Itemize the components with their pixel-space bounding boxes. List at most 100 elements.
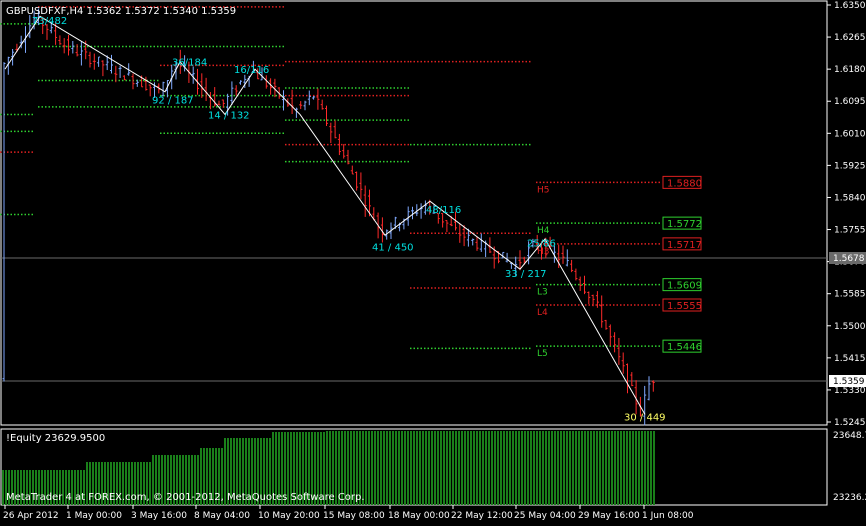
equity-bar [443, 431, 445, 505]
equity-bar [380, 431, 382, 505]
pivot-level-name: L5 [537, 349, 548, 359]
equity-bar [527, 431, 529, 505]
time-tick-label: 10 May 20:00 [258, 511, 320, 521]
equity-bar [620, 431, 622, 505]
zigzag-label: 92 / 187 [152, 95, 194, 106]
equity-bar [398, 431, 400, 505]
equity-bar [599, 431, 601, 505]
equity-bar [578, 431, 580, 505]
pivot-value-text: 1.5772 [667, 219, 702, 230]
price-tick-label: 1.6265 [834, 33, 866, 43]
equity-bar [554, 431, 556, 505]
pivot-level-name: H5 [537, 185, 550, 195]
equity-bar [626, 431, 628, 505]
equity-bar [467, 431, 469, 505]
equity-bar [461, 431, 463, 505]
equity-bar [644, 431, 646, 505]
equity-bar [647, 431, 649, 505]
equity-bar [506, 431, 508, 505]
equity-bar [551, 431, 553, 505]
crosshair-price-text: 1.5678 [833, 254, 865, 264]
equity-bar [473, 431, 475, 505]
pivot-value-text: 1.5446 [667, 342, 702, 353]
equity-bar [497, 431, 499, 505]
time-tick-label: 22 May 12:00 [451, 511, 513, 521]
equity-bar [545, 431, 547, 505]
equity-bar [575, 431, 577, 505]
price-tick-label: 1.6180 [834, 65, 866, 75]
equity-bar [368, 431, 370, 505]
time-tick-label: 29 May 16:00 [578, 511, 640, 521]
equity-bar [563, 431, 565, 505]
equity-bar [452, 431, 454, 505]
equity-bar [512, 431, 514, 505]
zigzag-label: 73/482 [32, 16, 67, 27]
equity-bar [2, 470, 4, 505]
equity-bar [632, 431, 634, 505]
equity-bar [377, 431, 379, 505]
time-tick-label: 8 May 04:00 [194, 511, 250, 521]
equity-bar [389, 431, 391, 505]
time-tick-label: 1 May 00:00 [66, 511, 122, 521]
equity-bar [596, 431, 598, 505]
price-tick-label: 1.5755 [834, 226, 866, 236]
zigzag-label: 30 / 449 [624, 412, 666, 423]
equity-bar [413, 431, 415, 505]
price-tick-label: 1.6010 [834, 129, 866, 139]
symbol-header: GBPUSDFXF,H4 1.5362 1.5372 1.5340 1.5359 [6, 6, 236, 17]
equity-bar [386, 431, 388, 505]
pivot-level-name: L4 [537, 308, 548, 318]
zigzag-label: 33 / 217 [505, 269, 547, 280]
equity-bar [422, 431, 424, 505]
equity-bar [650, 431, 652, 505]
equity-bar [530, 431, 532, 505]
time-tick-label: 1 Jun 08:00 [642, 511, 694, 521]
equity-bar [611, 431, 613, 505]
equity-bar [572, 431, 574, 505]
equity-bar [581, 431, 583, 505]
time-tick-label: 25 May 04:00 [514, 511, 576, 521]
equity-bar [557, 431, 559, 505]
price-tick-label: 1.5840 [834, 193, 866, 203]
zigzag-label: 14 / 132 [208, 110, 250, 121]
pivot-value-text: 1.5555 [667, 301, 702, 312]
equity-bar [428, 431, 430, 505]
equity-bar [638, 431, 640, 505]
equity-bar [425, 431, 427, 505]
pivot-level-name: H4 [537, 226, 550, 236]
equity-bar [401, 431, 403, 505]
equity-bar [614, 431, 616, 505]
mt4-chart-window[interactable]: 1.5880 H5 1.5772 H4 1.5717 H3 1.5609 L3 1.5555 L4… [0, 0, 866, 522]
equity-bar [407, 431, 409, 505]
pivot-value-text: 1.5609 [667, 281, 702, 292]
equity-bar [485, 431, 487, 505]
equity-bar [404, 431, 406, 505]
zigzag-label: 16/116 [234, 65, 269, 76]
equity-bar [623, 431, 625, 505]
equity-bar [533, 431, 535, 505]
equity-bar [434, 431, 436, 505]
equity-bar [653, 431, 655, 505]
equity-bar [419, 431, 421, 505]
equity-bar [635, 431, 637, 505]
equity-bar [446, 431, 448, 505]
equity-bar [479, 431, 481, 505]
equity-bar [494, 431, 496, 505]
price-tick-label: 1.5585 [834, 290, 866, 300]
equity-bar [602, 431, 604, 505]
chart-canvas[interactable]: 1.5880H51.5772H41.5717H31.5609L31.5555L4… [0, 0, 866, 522]
price-tick-label: 1.5330 [834, 386, 866, 396]
equity-bar [371, 431, 373, 505]
time-tick-label: 18 May 00:00 [388, 511, 450, 521]
equity-bar [593, 431, 595, 505]
zigzag-label: 41 / 450 [372, 243, 414, 254]
equity-bar [470, 431, 472, 505]
copyright-text: MetaTrader 4 at FOREX.com, © 2001-2012, … [6, 492, 365, 503]
price-tick-label: 1.6095 [834, 97, 866, 107]
price-tick-label: 1.5925 [834, 161, 866, 171]
equity-bar [560, 431, 562, 505]
equity-bar [584, 431, 586, 505]
equity-bar [500, 431, 502, 505]
equity-bar [383, 431, 385, 505]
equity-bar [410, 431, 412, 505]
